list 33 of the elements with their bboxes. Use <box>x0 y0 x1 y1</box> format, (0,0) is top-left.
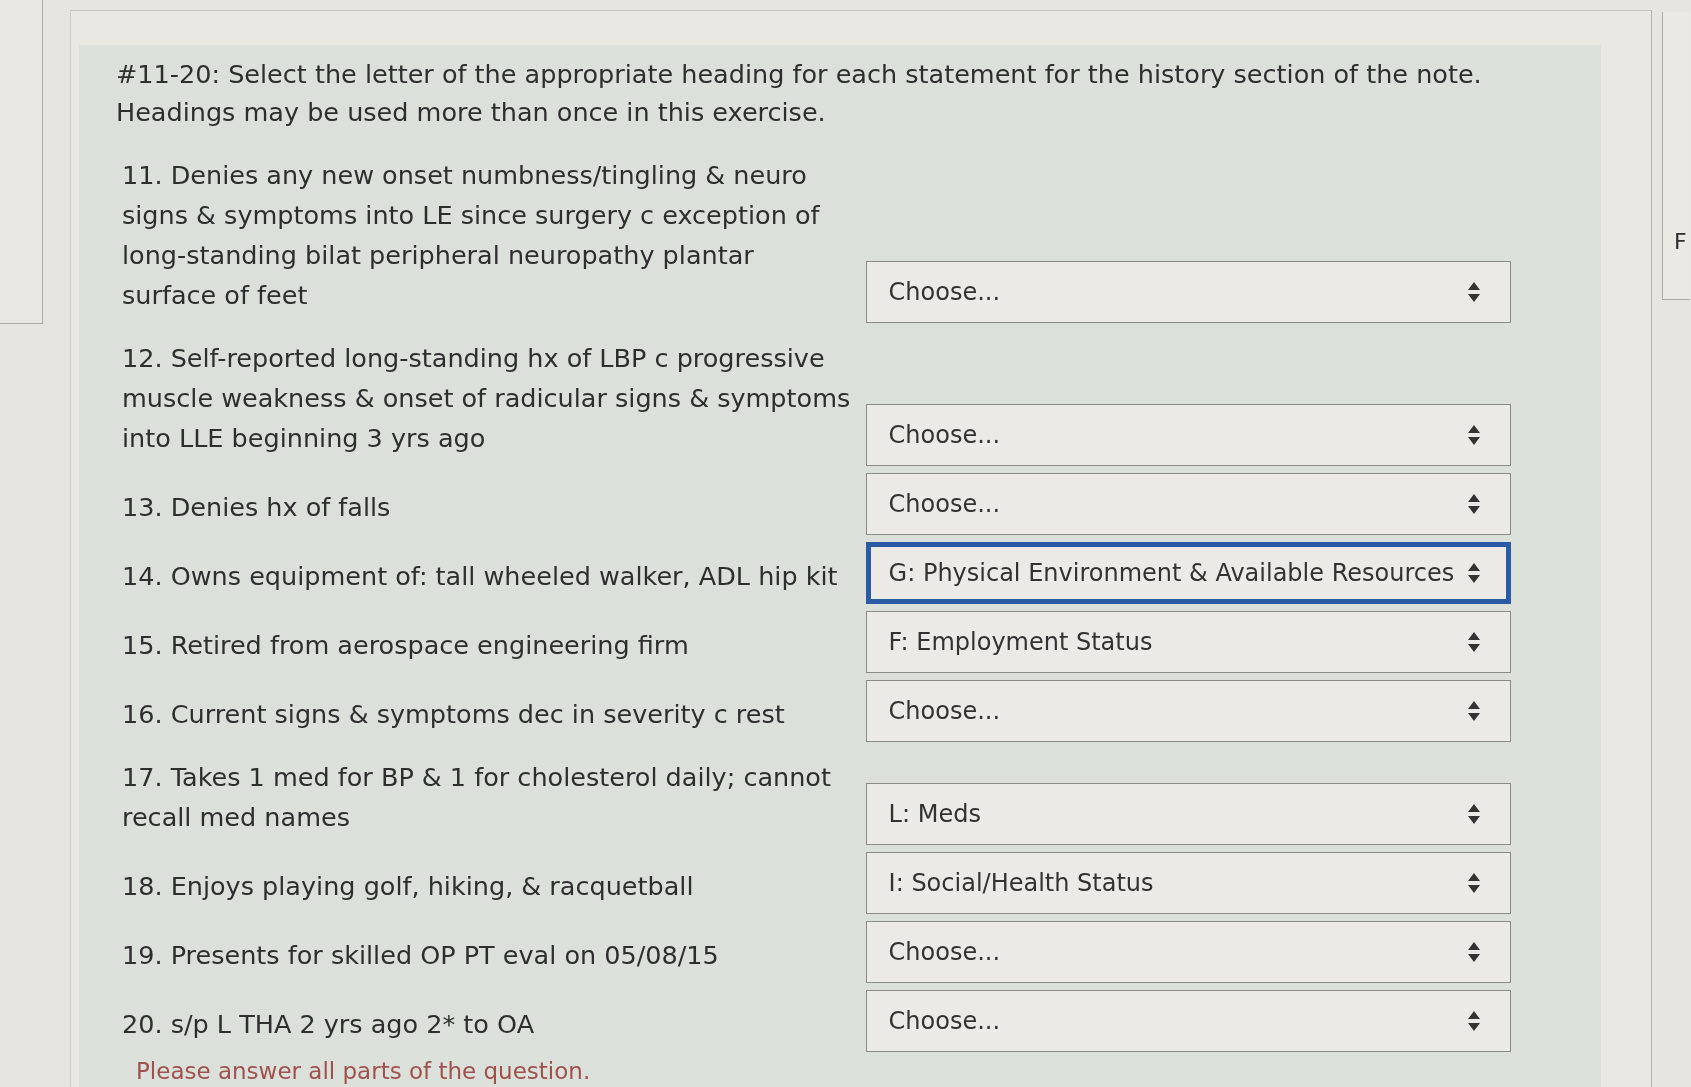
statement-text: 13. Denies hx of falls <box>122 490 392 524</box>
answer-dropdown[interactable]: Choose... <box>865 679 1511 742</box>
statement-text: 12. Self-reported long-standing hx of LBP c progressive muscle weakness & onset of radicular signs & symptoms into LLE beginning 3 yrs ago <box>122 341 852 455</box>
statement-text: 15. Retired from aerospace engineering firm <box>122 628 690 662</box>
answer-dropdown[interactable]: Choose... <box>865 920 1511 983</box>
statement-text: 17. Takes 1 med for BP & 1 for cholesterol daily; cannot recall med names <box>122 760 832 834</box>
up-down-arrows-icon <box>1467 562 1480 583</box>
answer-dropdown[interactable]: Choose... <box>865 989 1511 1052</box>
answer-dropdown[interactable]: I: Social/Health Status <box>865 851 1511 914</box>
up-down-arrows-icon <box>1467 941 1480 962</box>
statement-text: 19. Presents for skilled OP PT eval on 05/08/15 <box>122 938 720 972</box>
answer-dropdown[interactable]: F: Employment Status <box>865 610 1511 673</box>
up-down-arrows-icon <box>1467 631 1480 652</box>
up-down-arrows-icon <box>1467 424 1480 445</box>
statement-text: 14. Owns equipment of: tall wheeled walker, ADL hip kit <box>122 559 839 593</box>
up-down-arrows-icon <box>1467 281 1480 302</box>
answer-dropdown[interactable]: Choose... <box>865 260 1511 323</box>
statement-text: 20. s/p L THA 2 yrs ago 2* to OA <box>122 1007 536 1041</box>
statement-text: 16. Current signs & symptoms dec in severity c rest <box>122 697 786 731</box>
answer-dropdown[interactable]: G: Physical Environment & Available Resources <box>865 541 1511 604</box>
answer-dropdown[interactable]: L: Meds <box>865 782 1511 845</box>
panel-text: F <box>1673 229 1688 255</box>
up-down-arrows-icon <box>1467 872 1480 893</box>
up-down-arrows-icon <box>1467 700 1480 721</box>
up-down-arrows-icon <box>1467 803 1480 824</box>
validation-message: Please answer all parts of the question. <box>136 1057 592 1086</box>
up-down-arrows-icon <box>1467 493 1480 514</box>
answer-dropdown[interactable]: Choose... <box>865 472 1511 535</box>
statement-text: 11. Denies any new onset numbness/tingling & neuro signs & symptoms into LE since surgery c exception of long-standing bilat peripheral neuropathy plantar surface of feet <box>122 158 821 312</box>
up-down-arrows-icon <box>1467 1010 1480 1031</box>
answer-dropdown[interactable]: Choose... <box>865 403 1511 466</box>
instructions-text: #11-20: Select the letter of the appropriate heading for each statement for the history section of the note. Headings may be used more than once in this exercise. <box>116 58 1483 129</box>
statement-text: 18. Enjoys playing golf, hiking, & racquetball <box>122 869 695 903</box>
